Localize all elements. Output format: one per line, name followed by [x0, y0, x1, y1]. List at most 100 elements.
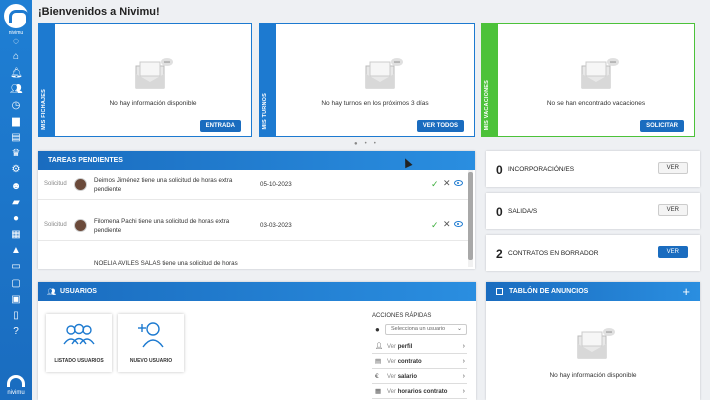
ver-horarios-link[interactable]: ▦ Ver horarios contrato › [372, 385, 467, 399]
page-title: ¡Bienvenidos a Nivimu! [38, 6, 160, 18]
user-icon: 👤︎ [375, 343, 384, 350]
quick-item-bold: horarios contrato [397, 389, 448, 395]
stat-value: 0 [496, 205, 503, 219]
stat-value: 0 [496, 163, 503, 177]
quick-item-pre: Ver [387, 359, 398, 365]
tablon-panel: TABLÓN DE ANUNCIOS + No hay información … [486, 282, 700, 400]
user-select-placeholder: Selecciona un usuario [391, 326, 446, 332]
ver-perfil-link[interactable]: 👤︎ Ver perfil › [372, 340, 467, 354]
graduation-icon[interactable]: ▲ [10, 245, 22, 257]
view-eye-icon[interactable] [454, 221, 463, 227]
help-icon[interactable]: ? [10, 326, 22, 338]
trophy-icon[interactable]: ♛ [10, 148, 22, 160]
ver-salario-link[interactable]: € Ver salario › [372, 370, 467, 384]
task-row: NOELIA AVILES SALAS tiene una solicitud … [38, 251, 468, 269]
users-group-icon [63, 323, 95, 345]
inbox-icon[interactable]: ▭ [10, 261, 22, 273]
reject-x-icon[interactable]: ✕ [443, 178, 451, 189]
bell-icon[interactable]: 🔔︎ [10, 68, 23, 80]
user-select[interactable]: Selecciona un usuario ⌄ [385, 324, 467, 335]
inbox-empty-icon [135, 58, 173, 89]
tile-label: NUEVO USUARIO [129, 358, 173, 364]
chat-icon[interactable]: ● [10, 213, 22, 225]
approve-check-icon[interactable]: ✓ [431, 220, 439, 231]
users-icon: 👥︎ [47, 289, 56, 296]
table-icon[interactable]: ▦ [10, 229, 22, 241]
user-icon: ● [375, 325, 380, 334]
inbox-empty-icon [581, 58, 619, 89]
users-icon[interactable]: 👥︎ [10, 84, 23, 96]
add-user-icon [138, 322, 164, 348]
tablon-title: TABLÓN DE ANUNCIOS [486, 282, 700, 301]
briefcase-icon[interactable]: ▆ [10, 116, 22, 128]
message-icon[interactable]: ▢ [10, 278, 22, 290]
clock-icon[interactable]: ◷ [10, 100, 22, 112]
users-cog-icon[interactable]: ☻ [10, 181, 22, 193]
usuarios-panel: USUARIOS 👥︎ LISTADO USUARIOS NUEVO USUAR… [38, 282, 476, 400]
quick-item-bold: salario [397, 374, 418, 380]
card-label: MIS TURNOS [262, 93, 268, 130]
ver-salidas-button[interactable]: VER [657, 204, 688, 216]
view-eye-icon[interactable] [454, 180, 463, 186]
task-date: 05-10-2023 [260, 181, 292, 188]
tile-label: LISTADO USUARIOS [54, 358, 104, 364]
quick-item-pre: Ver [387, 374, 398, 380]
task-text: NOELIA AVILES SALAS tiene una solicitud … [94, 260, 238, 267]
tv-icon[interactable]: ▣ [10, 294, 22, 306]
card-label: MIS VACACIONES [484, 79, 490, 130]
nuevo-usuario-tile[interactable]: NUEVO USUARIO [118, 314, 184, 372]
ver-incorporaciones-button[interactable]: VER [657, 162, 688, 174]
card-strip: MIS FICHAJES [39, 24, 55, 136]
card-message: No hay turnos en los próximos 3 días [321, 100, 429, 107]
ver-contratos-button[interactable]: VER [657, 246, 688, 258]
reject-x-icon[interactable]: ✕ [443, 219, 451, 230]
ver-contrato-link[interactable]: ▤ Ver contrato › [372, 355, 467, 369]
solicitar-button[interactable]: SOLICITAR [640, 120, 684, 132]
approve-check-icon[interactable]: ✓ [431, 179, 439, 190]
stat-label: CONTRATOS EN BORRADOR [508, 250, 599, 257]
nivimu-logo[interactable] [4, 4, 29, 28]
stat-label: INCORPORACIÓN/ES [508, 166, 575, 173]
ver-todos-button[interactable]: VER TODOS [416, 120, 464, 132]
quick-item-bold: perfil [397, 344, 413, 350]
inbox-empty-icon [577, 328, 615, 359]
calendar-icon: ▦ [375, 388, 382, 395]
task-type: Solicitud [44, 181, 67, 187]
task-text: Filomena Pachi tiene una solicitud de ho… [94, 218, 230, 234]
avatar [74, 219, 87, 232]
task-date: 03-03-2023 [260, 222, 292, 229]
clipboard-icon[interactable]: ▯ [10, 310, 22, 322]
document-icon: ▤ [375, 358, 382, 365]
task-type: Solicitud [44, 222, 67, 228]
chevron-right-icon: › [462, 373, 465, 380]
card-strip: MIS TURNOS [260, 24, 276, 136]
add-anuncio-plus-icon[interactable]: + [682, 284, 690, 299]
card-turnos: MIS TURNOS No hay turnos en los próximos… [259, 23, 475, 137]
folder-icon[interactable]: ▰ [10, 197, 22, 209]
id-card-icon[interactable]: ▤ [10, 132, 22, 144]
card-strip: MIS VACACIONES [482, 24, 498, 136]
entrada-button[interactable]: ENTRADA [199, 120, 241, 132]
stat-value: 2 [496, 247, 503, 261]
chevron-right-icon: › [462, 388, 465, 395]
inbox-empty-icon [365, 58, 403, 89]
stat-incorporaciones: 0 INCORPORACIÓN/ES VER [486, 151, 700, 187]
collapse-icon[interactable]: ◌ [10, 36, 22, 48]
scrollbar-thumb[interactable] [468, 172, 473, 260]
sidebar: nivimu ◌ ⌂ 🔔︎ 👥︎ ◷ ▆ ▤ ♛ ⚙ ☻ ▰ ● ▦ ▲ ▭ ▢… [0, 0, 32, 400]
bottom-logo-text: nivimu [7, 390, 25, 396]
gear-icon[interactable]: ⚙ [10, 164, 22, 176]
card-fichajes: MIS FICHAJES No hay información disponib… [38, 23, 252, 137]
chevron-down-icon: ⌄ [456, 326, 462, 332]
card-message: No hay información disponible [109, 100, 197, 107]
stat-contratos: 2 CONTRATOS EN BORRADOR VER [486, 235, 700, 271]
bottom-logo-icon [7, 375, 25, 387]
stat-salidas: 0 SALIDA/S VER [486, 193, 700, 229]
quick-item-bold: contrato [397, 359, 422, 365]
tareas-scrollbar[interactable] [468, 170, 473, 267]
listado-usuarios-tile[interactable]: LISTADO USUARIOS [46, 314, 112, 372]
carousel-dots[interactable]: ●•• [354, 141, 383, 147]
acciones-rapidas-title: ACCIONES RÁPIDAS [372, 313, 432, 319]
home-icon[interactable]: ⌂ [10, 51, 22, 63]
avatar [74, 178, 87, 191]
